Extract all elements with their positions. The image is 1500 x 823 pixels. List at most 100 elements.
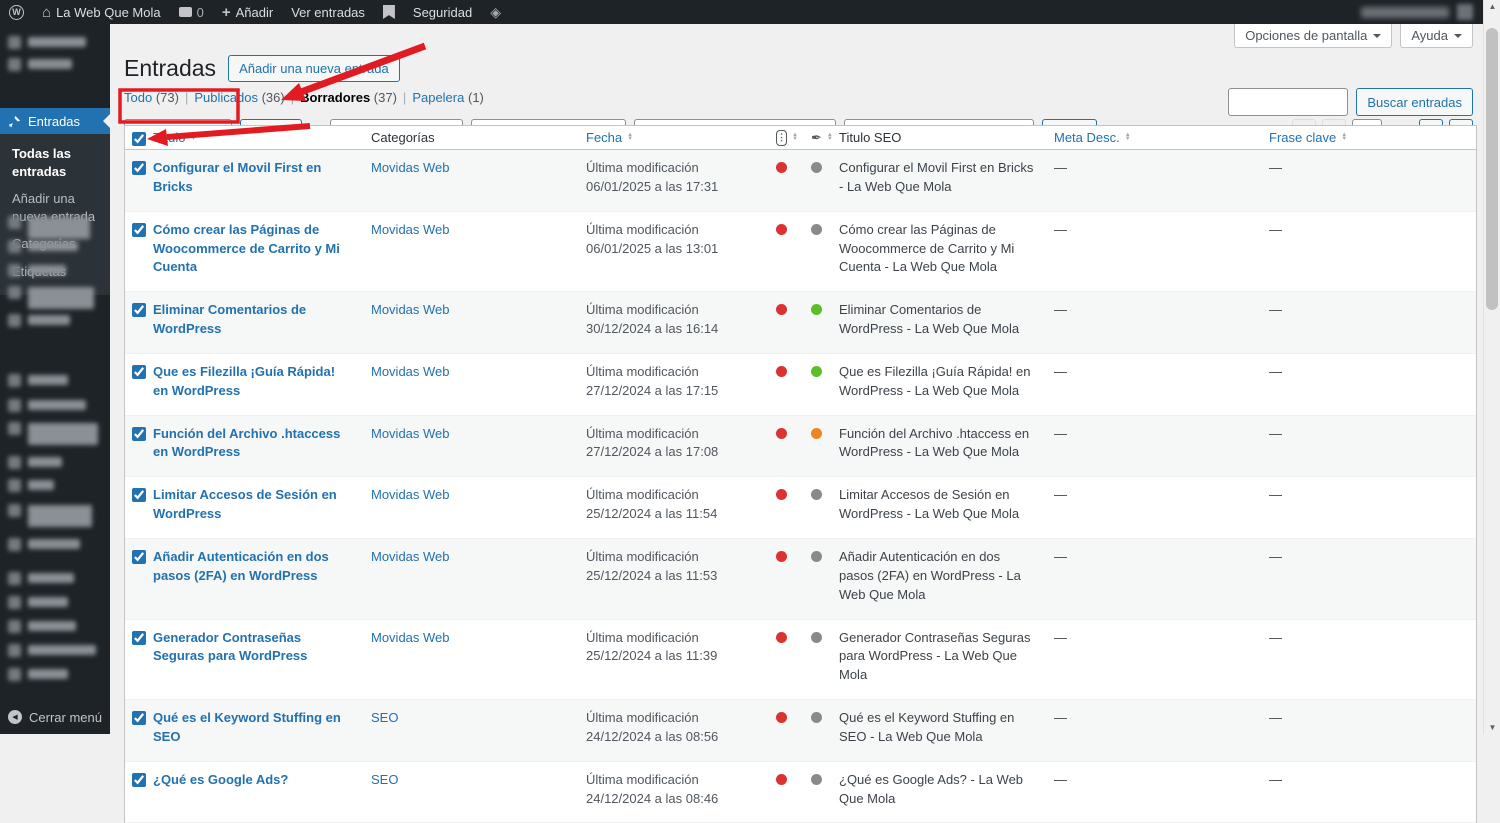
table-header-row: Título ▲ ▼ Categorías Fecha ▲ ▼ ⋮ ▲ ▼ ✒ ▲ ▼ … — [125, 126, 1476, 150]
post-title-link[interactable]: Cómo crear las Páginas de Woocommerce de… — [153, 222, 340, 275]
column-meta-desc[interactable]: Meta Desc. ▲ ▼ — [1054, 130, 1269, 145]
post-category-link[interactable]: SEO — [371, 710, 398, 725]
seo-score-dot — [776, 304, 787, 316]
table-row: Configurar el Movil First en Bricks Movi… — [125, 150, 1476, 212]
seo-score-dot — [776, 223, 787, 235]
column-readability-score[interactable]: ✒ ▲ ▼ — [811, 130, 839, 146]
admin-sidebar: Entradas Todas las entradas Añadir una n… — [0, 24, 111, 734]
row-checkbox[interactable] — [132, 549, 146, 564]
add-new-post-button[interactable]: Añadir una nueva entrada — [228, 55, 400, 82]
post-category-link[interactable]: Movidas Web — [371, 302, 450, 317]
blurred-menu-item — [8, 240, 78, 253]
row-checkbox[interactable] — [132, 161, 146, 175]
wordpress-logo-menu[interactable]: W — [0, 0, 33, 24]
new-content-menu[interactable]: + Añadir — [213, 0, 282, 24]
post-title-link[interactable]: Añadir Autenticación en dos pasos (2FA) … — [153, 549, 329, 583]
site-name-menu[interactable]: ⌂ La Web Que Mola — [33, 0, 170, 24]
post-title-link[interactable]: Limitar Accesos de Sesión en WordPress — [153, 487, 337, 521]
seo-score-dot — [776, 550, 787, 562]
blurred-menu-item — [8, 668, 68, 681]
focus-phrase: — — [1269, 487, 1282, 503]
row-checkbox[interactable] — [132, 630, 146, 645]
post-category-link[interactable]: Movidas Web — [371, 549, 450, 564]
blurred-menu-item — [8, 36, 86, 49]
post-date: Última modificación 27/12/2024 a las 17:… — [586, 425, 719, 460]
meta-description: — — [1054, 710, 1067, 726]
security-label: Seguridad — [412, 4, 473, 20]
post-date: Última modificación 25/12/2024 a las 11:… — [586, 629, 718, 664]
post-category-link[interactable]: Movidas Web — [371, 364, 450, 379]
row-checkbox[interactable] — [132, 711, 146, 726]
post-date: Última modificación 25/12/2024 a las 11:… — [586, 487, 718, 522]
collapse-arrow-icon: ◀ — [8, 710, 22, 724]
scrollbar-thumb[interactable] — [1486, 28, 1498, 310]
column-seo-score[interactable]: ⋮ ▲ ▼ — [776, 129, 811, 146]
collapse-menu-button[interactable]: ◀ Cerrar menú — [0, 704, 110, 730]
seo-title: Función del Archivo .htaccess en WordPre… — [839, 425, 1030, 460]
blurred-menu-item — [8, 314, 70, 327]
post-category-link[interactable]: Movidas Web — [371, 160, 450, 175]
account-menu[interactable] — [1361, 4, 1483, 20]
column-date[interactable]: Fecha ▲ ▼ — [586, 130, 776, 145]
column-title[interactable]: Título ▲ ▼ — [153, 130, 371, 145]
post-title-link[interactable]: Función del Archivo .htaccess en WordPre… — [153, 426, 340, 460]
post-category-link[interactable]: Movidas Web — [371, 222, 450, 237]
scroll-up-icon[interactable]: ▲ — [1484, 2, 1500, 11]
sidebar-item-entradas[interactable]: Entradas — [0, 108, 111, 134]
pin-icon — [8, 115, 21, 127]
blurred-menu-item — [8, 58, 72, 71]
table-body: Configurar el Movil First en Bricks Movi… — [125, 150, 1476, 823]
post-title-link[interactable]: Configurar el Movil First en Bricks — [153, 160, 321, 194]
row-checkbox[interactable] — [132, 488, 146, 503]
table-row: Eliminar Comentarios de WordPress Movida… — [125, 292, 1476, 354]
screen-options-button[interactable]: Opciones de pantalla — [1234, 24, 1393, 48]
table-row: Cómo crear las Páginas de Woocommerce de… — [125, 212, 1476, 293]
post-category-link[interactable]: Movidas Web — [371, 487, 450, 502]
view-posts-label: Ver entradas — [291, 4, 365, 20]
seo-title: Eliminar Comentarios de WordPress - La W… — [839, 302, 1020, 337]
post-title-link[interactable]: Generador Contraseñas Seguras para WordP… — [153, 630, 307, 664]
comments-menu[interactable]: 0 — [170, 0, 213, 24]
plugin-diamond-menu[interactable]: ◈ — [481, 0, 510, 24]
focus-phrase: — — [1269, 363, 1282, 379]
row-checkbox[interactable] — [132, 426, 146, 441]
focus-phrase: — — [1269, 629, 1282, 645]
focus-phrase: — — [1269, 710, 1282, 726]
row-checkbox[interactable] — [132, 303, 146, 318]
table-row: ¿Qué es Google Ads? SEO Última modificac… — [125, 762, 1476, 823]
row-checkbox[interactable] — [132, 364, 146, 379]
row-checkbox[interactable] — [132, 222, 146, 237]
select-all-checkbox[interactable] — [132, 131, 146, 146]
column-focus-phrase[interactable]: Frase clave ▲ ▼ — [1269, 130, 1476, 145]
site-name: La Web Que Mola — [56, 4, 161, 20]
blurred-menu-item — [8, 644, 96, 657]
column-seo-title: Titulo SEO — [839, 130, 902, 145]
home-icon: ⌂ — [42, 3, 52, 21]
view-posts-menu[interactable]: Ver entradas — [282, 0, 374, 24]
post-category-link[interactable]: Movidas Web — [371, 426, 450, 441]
plugin-flag-menu[interactable] — [374, 0, 404, 24]
blurred-menu-item — [8, 572, 74, 585]
security-menu[interactable]: Seguridad — [404, 0, 481, 24]
meta-description: — — [1054, 487, 1067, 503]
sort-icon: ▲ ▼ — [792, 132, 798, 142]
submenu-todas-las-entradas[interactable]: Todas las entradas — [0, 140, 110, 185]
post-category-link[interactable]: SEO — [371, 772, 398, 787]
post-title-link[interactable]: Qué es el Keyword Stuffing en SEO — [153, 710, 341, 744]
post-title-link[interactable]: Eliminar Comentarios de WordPress — [153, 302, 306, 336]
post-category-link[interactable]: Movidas Web — [371, 630, 450, 645]
help-button[interactable]: Ayuda — [1400, 24, 1473, 48]
browser-scrollbar[interactable]: ▲ ▼ — [1483, 0, 1500, 734]
quill-pen-icon: ✒ — [811, 129, 822, 145]
seo-score-dot — [776, 489, 787, 501]
comments-count: 0 — [196, 4, 204, 20]
meta-description: — — [1054, 771, 1067, 787]
plus-icon: + — [221, 3, 231, 21]
diamond-icon: ◈ — [490, 3, 501, 20]
post-title-link[interactable]: ¿Qué es Google Ads? — [153, 772, 288, 787]
scroll-down-icon[interactable]: ▼ — [1484, 723, 1500, 732]
blurred-menu-item — [8, 479, 54, 492]
row-checkbox[interactable] — [132, 772, 146, 787]
post-title-link[interactable]: Que es Filezilla ¡Guía Rápida! en WordPr… — [153, 364, 335, 398]
blurred-menu-item — [8, 596, 68, 609]
